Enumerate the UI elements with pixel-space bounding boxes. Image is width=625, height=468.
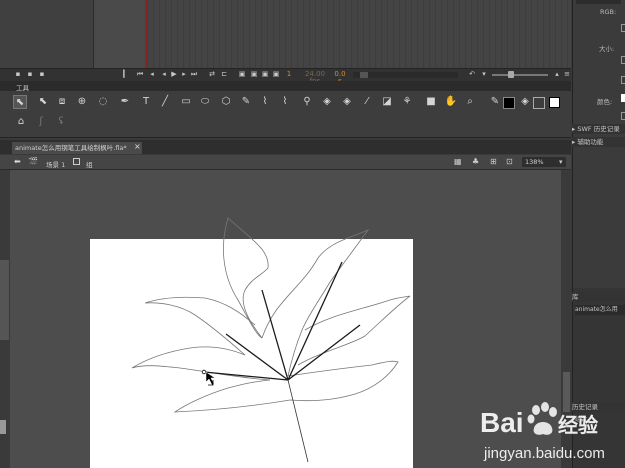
rgb-label: RGB: xyxy=(600,8,617,16)
main-vein xyxy=(261,289,289,381)
swf-history-header[interactable]: ▸ SWF 历史记录 xyxy=(572,124,625,134)
color-swatch[interactable] xyxy=(621,94,625,102)
right-lower-vein xyxy=(287,324,361,381)
alpha-label: 颜色: xyxy=(597,98,613,106)
pen-stroke-path xyxy=(203,371,289,381)
checkbox-a[interactable] xyxy=(621,24,625,32)
watermark-brand: Bai xyxy=(480,407,524,438)
library-document-select[interactable]: animate怎么用 xyxy=(575,305,625,315)
leaf-veins xyxy=(203,261,361,381)
baidu-logo: Bai 经验 jingyan.baidu.com xyxy=(480,402,605,462)
size-label: 大小: xyxy=(599,45,615,53)
maple-leaf-drawing xyxy=(131,217,411,463)
baidu-watermark: Bai 经验 jingyan.baidu.com xyxy=(478,400,623,466)
right-panel: RGB: 大小: 颜色: xyxy=(572,0,625,468)
color-panel-top xyxy=(576,0,621,4)
checkbox-d[interactable] xyxy=(621,112,625,120)
checkbox-b[interactable] xyxy=(621,56,625,64)
accessibility-header[interactable]: ▸ 辅助功能 xyxy=(572,137,625,147)
leaf-stem xyxy=(287,379,309,463)
left-vein xyxy=(225,333,289,381)
pen-cursor-icon xyxy=(205,371,216,386)
right-vein xyxy=(287,261,343,381)
library-header[interactable]: 库 xyxy=(572,292,625,302)
leaf-outline xyxy=(131,217,411,413)
watermark-brand-suffix: 经验 xyxy=(558,413,598,437)
anchor-point[interactable] xyxy=(201,369,207,375)
watermark-url: jingyan.baidu.com xyxy=(483,445,605,462)
checkbox-c[interactable] xyxy=(621,76,625,84)
